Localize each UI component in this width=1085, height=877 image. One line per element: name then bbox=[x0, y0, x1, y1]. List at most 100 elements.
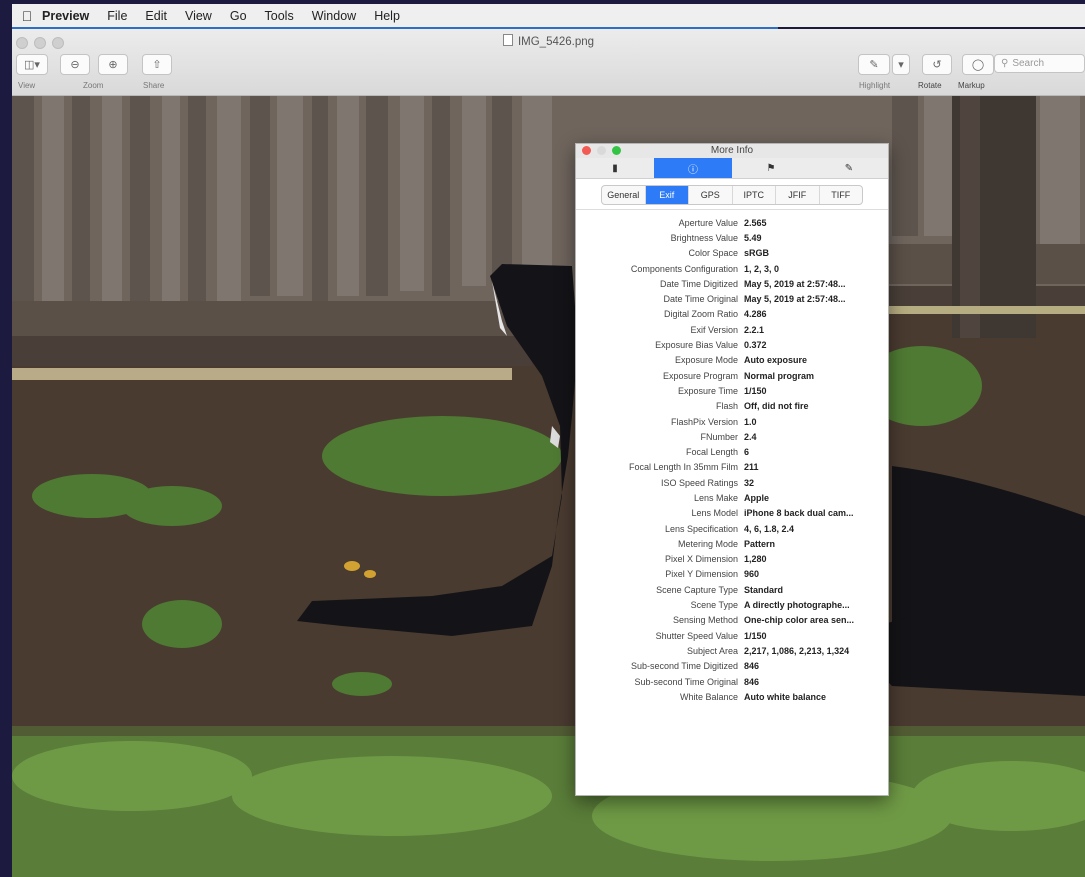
property-value[interactable]: Auto exposure bbox=[744, 355, 888, 365]
property-value[interactable]: 960 bbox=[744, 569, 888, 579]
property-value[interactable]: Normal program bbox=[744, 371, 888, 381]
property-row: Shutter Speed Value 1/150 bbox=[576, 628, 888, 643]
image-canvas bbox=[12, 96, 1085, 877]
close-inspector-button[interactable] bbox=[582, 146, 591, 155]
property-value[interactable]: 0.372 bbox=[744, 340, 888, 350]
share-button[interactable]: ⇧ bbox=[142, 54, 172, 75]
property-value[interactable]: Standard bbox=[744, 585, 888, 595]
property-value[interactable]: 6 bbox=[744, 447, 888, 457]
pencil-icon: ✎ bbox=[844, 162, 854, 174]
menu-edit[interactable]: Edit bbox=[145, 9, 167, 23]
property-value[interactable]: 2.4 bbox=[744, 432, 888, 442]
highlighter-icon: ✎ bbox=[869, 59, 879, 71]
segment-iptc[interactable]: IPTC bbox=[733, 186, 776, 204]
property-value[interactable]: 1.0 bbox=[744, 417, 888, 427]
highlight-button[interactable]: ✎ bbox=[858, 54, 890, 75]
property-value[interactable]: May 5, 2019 at 2:57:48... bbox=[744, 279, 888, 289]
property-row: Sensing Method One-chip color area sen... bbox=[576, 613, 888, 628]
zoom-in-icon: ⊕ bbox=[108, 59, 118, 71]
zoom-out-button[interactable]: ⊖ bbox=[60, 54, 90, 75]
property-value[interactable]: Off, did not fire bbox=[744, 401, 888, 411]
property-value[interactable]: 2,217, 1,086, 2,213, 1,324 bbox=[744, 646, 888, 656]
zoom-in-button[interactable]: ⊕ bbox=[98, 54, 128, 75]
property-value[interactable]: 211 bbox=[744, 462, 888, 472]
property-value[interactable]: 2.2.1 bbox=[744, 325, 888, 335]
property-key: Scene Capture Type bbox=[656, 584, 738, 595]
property-key: Color Space bbox=[688, 248, 738, 259]
property-row: Date Time Digitized May 5, 2019 at 2:57:4… bbox=[576, 276, 888, 291]
property-value[interactable]: May 5, 2019 at 2:57:48... bbox=[744, 294, 888, 304]
tab-more-info[interactable]: ⓘ bbox=[654, 158, 732, 178]
property-row: Digital Zoom Ratio 4.286 bbox=[576, 307, 888, 322]
property-row: Lens Make Apple bbox=[576, 490, 888, 505]
property-row: Exposure Time 1/150 bbox=[576, 383, 888, 398]
segment-gps[interactable]: GPS bbox=[689, 186, 733, 204]
tab-keywords[interactable]: ⚑ bbox=[732, 158, 810, 178]
property-value[interactable]: 2.565 bbox=[744, 218, 888, 228]
window-title: IMG_5426.png bbox=[12, 34, 1085, 48]
menu-window[interactable]: Window bbox=[312, 9, 356, 23]
document-icon: ▮ bbox=[612, 162, 618, 174]
rotate-button[interactable]: ↺ bbox=[922, 54, 952, 75]
property-value[interactable]: 4.286 bbox=[744, 309, 888, 319]
property-key: Lens Model bbox=[691, 508, 738, 519]
segment-jfif[interactable]: JFIF bbox=[776, 186, 820, 204]
property-value[interactable]: 1/150 bbox=[744, 386, 888, 396]
segment-tiff[interactable]: TIFF bbox=[820, 186, 863, 204]
segment-exif[interactable]: Exif bbox=[645, 186, 689, 204]
markup-button[interactable]: ◯ bbox=[962, 54, 994, 75]
property-value[interactable]: Auto white balance bbox=[744, 692, 888, 702]
property-value[interactable]: 1,280 bbox=[744, 554, 888, 564]
tab-annotations[interactable]: ✎ bbox=[810, 158, 888, 178]
markup-label: Markup bbox=[958, 81, 985, 90]
tab-general-info[interactable]: ▮ bbox=[576, 158, 654, 178]
property-value[interactable]: iPhone 8 back dual cam... bbox=[744, 508, 888, 518]
property-value[interactable]: A directly photographe... bbox=[744, 600, 888, 610]
property-row: FNumber 2.4 bbox=[576, 429, 888, 444]
menu-help[interactable]: Help bbox=[374, 9, 400, 23]
apple-menu-icon[interactable]:  bbox=[12, 8, 42, 24]
property-key: Exposure Program bbox=[662, 370, 738, 381]
property-key: Subject Area bbox=[686, 645, 738, 656]
inspector-tabs: ▮ ⓘ ⚑ ✎ bbox=[576, 158, 888, 179]
property-value[interactable]: Apple bbox=[744, 493, 888, 503]
menu-file[interactable]: File bbox=[107, 9, 127, 23]
property-key: Scene Type bbox=[690, 600, 738, 611]
zoom-inspector-button[interactable] bbox=[612, 146, 621, 155]
property-key: Digital Zoom Ratio bbox=[663, 309, 738, 320]
property-row: Aperture Value 2.565 bbox=[576, 215, 888, 230]
segment-general[interactable]: General bbox=[602, 186, 646, 204]
inspector-window-controls bbox=[582, 146, 621, 155]
property-value[interactable]: One-chip color area sen... bbox=[744, 615, 888, 625]
property-value[interactable]: 1/150 bbox=[744, 631, 888, 641]
menu-tools[interactable]: Tools bbox=[265, 9, 294, 23]
property-value[interactable]: 1, 2, 3, 0 bbox=[744, 264, 888, 274]
view-button[interactable]: ◫▾ bbox=[16, 54, 48, 75]
property-value[interactable]: 32 bbox=[744, 478, 888, 488]
property-key: Exposure Bias Value bbox=[655, 340, 738, 351]
property-value[interactable]: 846 bbox=[744, 661, 888, 671]
menu-preview[interactable]: Preview bbox=[42, 9, 89, 23]
property-row: White Balance Auto white balance bbox=[576, 689, 888, 704]
property-value[interactable]: sRGB bbox=[744, 248, 888, 258]
property-row: Pixel X Dimension 1,280 bbox=[576, 552, 888, 567]
highlight-dropdown[interactable]: ▾ bbox=[892, 54, 910, 75]
property-key: Exif Version bbox=[690, 324, 738, 335]
markup-icon: ◯ bbox=[971, 59, 985, 71]
property-value[interactable]: 5.49 bbox=[744, 233, 888, 243]
menu-go[interactable]: Go bbox=[230, 9, 247, 23]
share-icon: ⇧ bbox=[152, 59, 162, 71]
property-value[interactable]: 846 bbox=[744, 677, 888, 687]
property-row: Flash Off, did not fire bbox=[576, 399, 888, 414]
property-key: Lens Specification bbox=[664, 523, 738, 534]
property-row: ISO Speed Ratings 32 bbox=[576, 475, 888, 490]
chevron-down-icon: ▾ bbox=[898, 59, 904, 71]
search-field[interactable]: ⚲ Search bbox=[994, 54, 1085, 73]
property-key: Brightness Value bbox=[670, 232, 738, 243]
inspector-titlebar: More Info bbox=[576, 144, 888, 158]
menu-view[interactable]: View bbox=[185, 9, 212, 23]
minimize-inspector-button[interactable] bbox=[597, 146, 606, 155]
property-value[interactable]: Pattern bbox=[744, 539, 888, 549]
share-label: Share bbox=[143, 81, 165, 90]
property-value[interactable]: 4, 6, 1.8, 2.4 bbox=[744, 524, 888, 534]
